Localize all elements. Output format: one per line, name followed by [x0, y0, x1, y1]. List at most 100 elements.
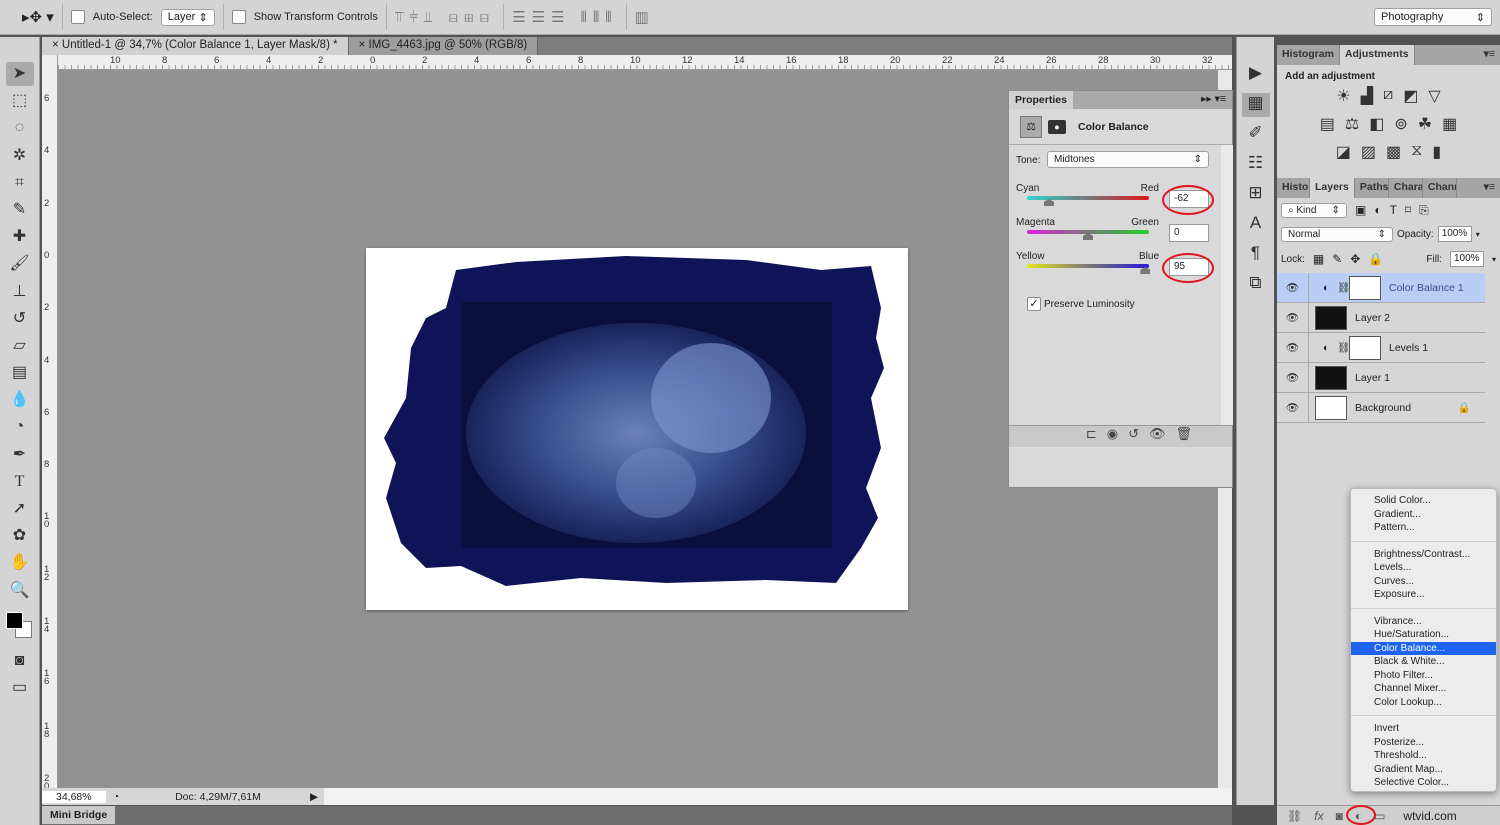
mask-icon[interactable]: ●	[1048, 119, 1066, 134]
gradient-tool-icon[interactable]: ▤	[6, 361, 34, 385]
opacity-arrow-icon[interactable]: ▾	[1476, 230, 1480, 239]
slider-thumb[interactable]	[1083, 233, 1093, 240]
link-chain-icon[interactable]: ⛓	[1337, 281, 1350, 294]
slider-thumb[interactable]	[1140, 267, 1151, 274]
tab-untitled-1[interactable]: × Untitled-1 @ 34,7% (Color Balance 1, L…	[42, 37, 349, 55]
shape-tool-icon[interactable]: ✿	[6, 524, 34, 548]
properties-icon[interactable]: ▦	[1241, 93, 1270, 117]
lasso-tool-icon[interactable]: ◌	[6, 116, 34, 140]
menu-item[interactable]: Hue/Saturation...	[1351, 628, 1496, 642]
fill-input[interactable]: 100%	[1449, 251, 1484, 267]
panel-menu-icon[interactable]: ▾≡	[1415, 45, 1500, 65]
tab-layers[interactable]: Layers	[1310, 178, 1355, 198]
workspace-dropdown[interactable]: Photography ⇕	[1374, 8, 1492, 26]
layer-row[interactable]: 👁 Layer 2	[1277, 302, 1485, 333]
quick-select-tool-icon[interactable]: ✲	[6, 144, 34, 168]
auto-select-dropdown[interactable]: Layer ⇕	[160, 8, 215, 26]
tab-img-4463[interactable]: × IMG_4463.jpg @ 50% (RGB/8)	[348, 37, 539, 55]
layer-name[interactable]: Levels 1	[1389, 342, 1428, 354]
dodge-tool-icon[interactable]: ◔	[6, 415, 34, 439]
visibility-icon[interactable]: 👁	[1149, 426, 1176, 441]
path-select-tool-icon[interactable]: ➚	[6, 497, 34, 521]
blur-tool-icon[interactable]: 💧	[6, 388, 34, 412]
menu-item[interactable]: Color Lookup...	[1351, 696, 1496, 710]
eraser-tool-icon[interactable]: ▱	[6, 334, 34, 358]
visibility-eye-icon[interactable]: 👁	[1277, 392, 1309, 423]
slider-thumb[interactable]	[1043, 199, 1054, 206]
visibility-eye-icon[interactable]: 👁	[1277, 272, 1309, 303]
menu-item[interactable]: Selective Color...	[1351, 776, 1496, 790]
menu-item[interactable]: Photo Filter...	[1351, 669, 1496, 683]
paragraph-icon[interactable]: ¶	[1242, 243, 1270, 267]
opacity-input[interactable]: 100%	[1437, 226, 1472, 242]
properties-scrollbar[interactable]	[1221, 145, 1233, 425]
brush-tool-icon[interactable]: 🖌	[6, 252, 34, 276]
layer-row[interactable]: 👁 Layer 1	[1277, 362, 1485, 393]
move-tool-icon[interactable]: ➤	[5, 62, 34, 86]
adjustment-icons-row-1[interactable]: ☀ ▟ ⧄ ◩ ▽	[1277, 86, 1500, 114]
tab-adjustments[interactable]: Adjustments	[1339, 45, 1415, 65]
clone-source-icon[interactable]: ⊞	[1242, 183, 1270, 207]
reset-icon[interactable]: ↺	[1128, 426, 1149, 441]
panel-menu-icon[interactable]: ▸▸ ▾≡	[1195, 91, 1232, 109]
status-menu-arrow-icon[interactable]: ▶	[310, 791, 318, 803]
show-transform-checkbox[interactable]	[231, 10, 246, 24]
visibility-eye-icon[interactable]: 👁	[1277, 362, 1309, 393]
panel-menu-icon[interactable]: ▾≡	[1457, 178, 1500, 198]
healing-tool-icon[interactable]: ✚	[6, 225, 34, 249]
filter-icons[interactable]: ▣◐T⌑⎘	[1355, 203, 1437, 218]
brush-presets-icon[interactable]: ☷	[1242, 153, 1270, 177]
mini-bridge-tab[interactable]: Mini Bridge	[42, 806, 116, 824]
type-tool-icon[interactable]: T	[6, 470, 34, 494]
lock-icons[interactable]: ▦✎✥🔒	[1313, 252, 1391, 266]
link-chain-icon[interactable]: ⛓	[1337, 341, 1350, 354]
add-mask-icon[interactable]: ◙	[1336, 809, 1343, 823]
fx-icon[interactable]: fx	[1314, 809, 1323, 823]
tab-character[interactable]: Chara	[1389, 178, 1423, 198]
status-info-icon[interactable]: ◔	[106, 791, 126, 803]
fill-arrow-icon[interactable]: ▾	[1492, 255, 1496, 264]
menu-item[interactable]: Posterize...	[1351, 736, 1496, 750]
stamp-tool-icon[interactable]: ⊥	[6, 280, 34, 304]
menu-item[interactable]: Exposure...	[1351, 588, 1496, 602]
glyphs-icon[interactable]: ⧉	[1242, 273, 1270, 297]
quick-mask-icon[interactable]: ◙	[6, 649, 34, 673]
menu-item[interactable]: Black & White...	[1351, 655, 1496, 669]
link-icon[interactable]: ⛓	[1287, 809, 1302, 823]
zoom-tool-icon[interactable]: 🔍	[6, 579, 34, 603]
pen-tool-icon[interactable]: ✒	[6, 443, 34, 467]
properties-tab[interactable]: Properties	[1009, 91, 1073, 109]
menu-item[interactable]: Levels...	[1351, 561, 1496, 575]
distribute-icons[interactable]: ☰☰☰ ⫴⫴⫴	[512, 8, 617, 26]
horizontal-scrollbar[interactable]	[324, 788, 1232, 805]
zoom-level[interactable]: 34,68%	[42, 790, 106, 803]
menu-item[interactable]: Invert	[1351, 722, 1496, 736]
view-previous-icon[interactable]: ◉	[1107, 426, 1128, 441]
tab-channels[interactable]: Chanr	[1423, 178, 1457, 198]
align-icons[interactable]: ⫪⫩⫫ ⊟⊞⊟	[395, 9, 495, 26]
menu-item[interactable]: Curves...	[1351, 575, 1496, 589]
menu-item[interactable]: Pattern...	[1351, 521, 1496, 535]
layer-name[interactable]: Color Balance 1	[1389, 282, 1464, 294]
layer-name[interactable]: Background	[1355, 402, 1411, 414]
preserve-luminosity-checkbox[interactable]: ✓	[1027, 297, 1041, 311]
layer-name[interactable]: Layer 2	[1355, 312, 1390, 324]
trash-icon[interactable]: 🗑	[1175, 426, 1202, 441]
slider-value-input[interactable]: 0	[1169, 224, 1209, 242]
move-tool-icon[interactable]: ▸✥ ▾	[22, 8, 54, 26]
marquee-tool-icon[interactable]: ⬚	[6, 89, 34, 113]
new-adjustment-layer-icon[interactable]: ◐	[1345, 804, 1376, 825]
blend-mode-dropdown[interactable]: Normal ⇕	[1281, 226, 1393, 242]
menu-item[interactable]: Brightness/Contrast...	[1351, 548, 1496, 562]
color-slider-track[interactable]	[1027, 264, 1149, 268]
filter-kind-dropdown[interactable]: ⌕ Kind ⇕	[1281, 203, 1347, 218]
brushes-icon[interactable]: ✐	[1242, 123, 1270, 147]
tone-dropdown[interactable]: Midtones ⇕	[1047, 151, 1209, 168]
menu-item[interactable]: Color Balance...	[1351, 641, 1496, 655]
menu-item[interactable]: Channel Mixer...	[1351, 682, 1496, 696]
menu-item[interactable]: Vibrance...	[1351, 615, 1496, 629]
auto-align-icon[interactable]: ▥	[635, 8, 655, 26]
history-brush-icon[interactable]: ↺	[6, 307, 34, 331]
layer-row[interactable]: 👁 ◐ ⛓ Color Balance 1	[1277, 272, 1485, 303]
character-icon[interactable]: A	[1242, 213, 1270, 237]
